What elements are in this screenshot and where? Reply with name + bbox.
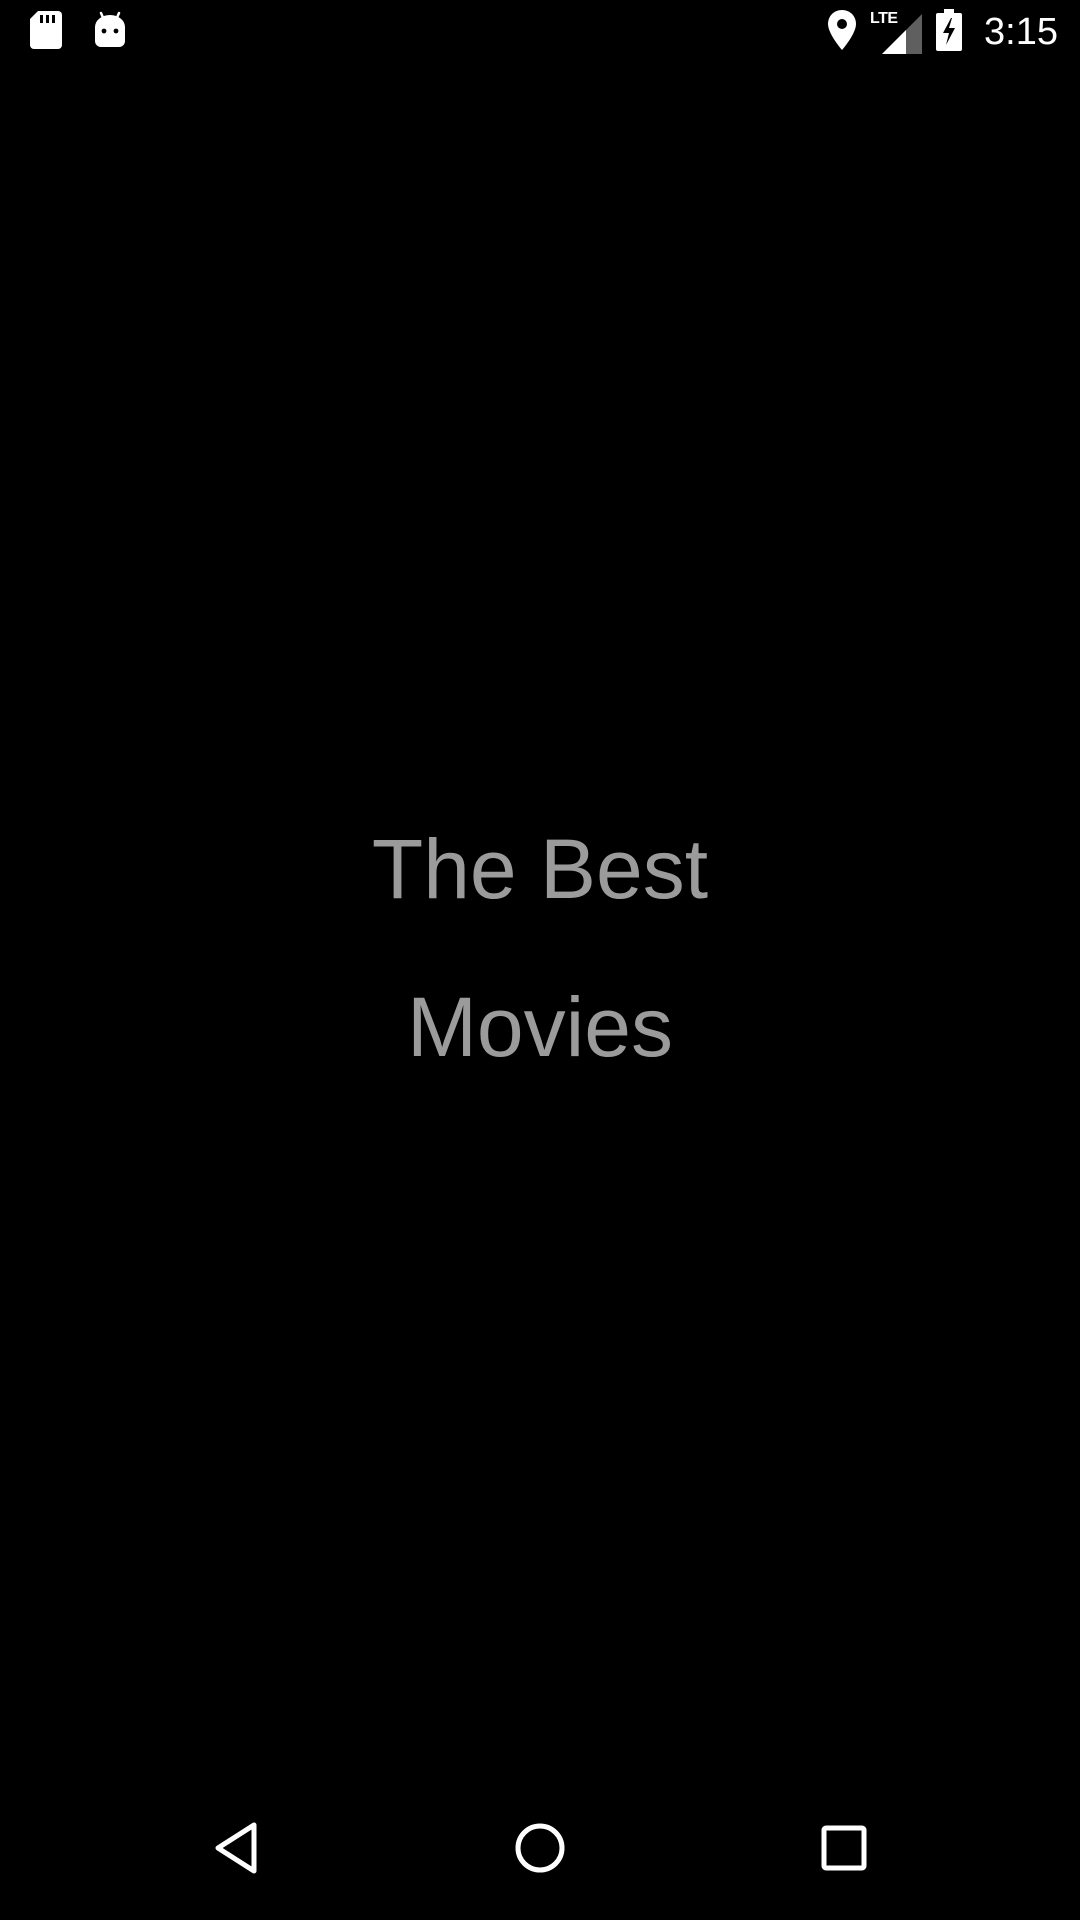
sd-card-icon (30, 10, 62, 54)
navigation-bar (0, 1776, 1080, 1920)
status-bar-left (30, 10, 126, 54)
back-icon (215, 1822, 257, 1874)
status-clock: 3:15 (984, 11, 1058, 53)
splash-title-line-1: The Best (371, 822, 709, 916)
home-button[interactable] (470, 1776, 610, 1920)
signal-indicator: LTE (870, 10, 923, 54)
recents-button[interactable] (774, 1776, 914, 1920)
splash-title: The Best Movies (0, 790, 1080, 1106)
splash-title-line-2: Movies (406, 980, 674, 1074)
status-bar-right: LTE 3:15 (828, 8, 1058, 56)
back-button[interactable] (166, 1776, 306, 1920)
android-debug-icon (94, 11, 126, 54)
location-icon (828, 9, 857, 55)
battery-charging-icon (936, 8, 963, 56)
status-bar: LTE 3:15 (0, 0, 1080, 63)
recents-icon (821, 1825, 867, 1871)
home-icon (515, 1823, 565, 1873)
signal-icon (882, 14, 923, 54)
